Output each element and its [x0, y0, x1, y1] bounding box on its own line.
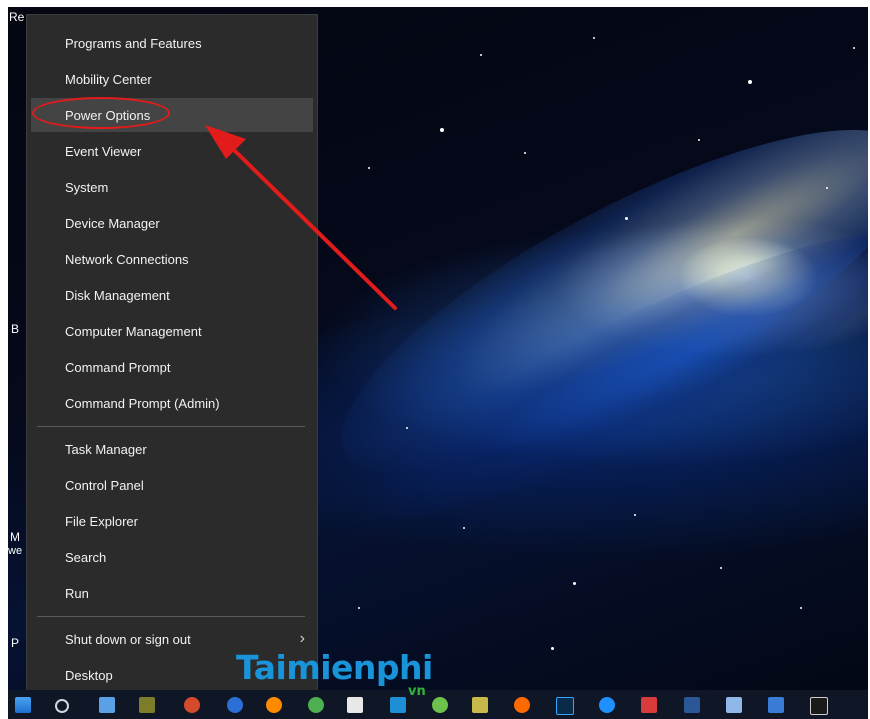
menu-item-label: Shut down or sign out — [65, 632, 191, 647]
desktop-text-fragment: B — [11, 322, 20, 336]
star — [800, 607, 802, 609]
menu-item-label: System — [65, 180, 109, 195]
watermark-brand: Taimienphi — [236, 648, 433, 687]
menu-item-label: Event Viewer — [65, 144, 142, 159]
star — [406, 427, 408, 429]
menu-item-network-connections[interactable]: Network Connections — [27, 242, 317, 276]
app-icon[interactable] — [390, 697, 406, 713]
menu-item-label: Control Panel — [65, 478, 144, 493]
star — [625, 217, 628, 220]
screenshot-frame: Re B M we P Programs and Features Mobili… — [0, 0, 870, 719]
app-icon[interactable] — [432, 697, 448, 713]
menu-item-label: Task Manager — [65, 442, 147, 457]
app-icon[interactable] — [641, 697, 657, 713]
menu-item-search[interactable]: Search — [27, 540, 317, 574]
star — [826, 187, 828, 189]
app-icon[interactable] — [347, 697, 363, 713]
menu-item-label: Run — [65, 586, 89, 601]
menu-item-system[interactable]: System — [27, 170, 317, 204]
app-icon[interactable] — [768, 697, 784, 713]
menu-separator — [37, 616, 305, 617]
menu-item-command-prompt[interactable]: Command Prompt — [27, 350, 317, 384]
menu-item-disk-management[interactable]: Disk Management — [27, 278, 317, 312]
star — [698, 139, 700, 141]
menu-item-label: Computer Management — [65, 324, 202, 339]
app-icon[interactable] — [472, 697, 488, 713]
star — [853, 47, 855, 49]
menu-item-event-viewer[interactable]: Event Viewer — [27, 134, 317, 168]
star — [358, 607, 360, 609]
star — [463, 527, 465, 529]
star — [634, 514, 636, 516]
start-icon[interactable] — [15, 697, 31, 713]
menu-item-label: Disk Management — [65, 288, 170, 303]
menu-item-computer-management[interactable]: Computer Management — [27, 314, 317, 348]
desktop-text-fragment: P — [11, 636, 20, 650]
menu-item-label: Command Prompt — [65, 360, 171, 375]
menu-item-run[interactable]: Run — [27, 576, 317, 610]
menu-item-label: Programs and Features — [65, 36, 202, 51]
desktop-text-fragment: M — [10, 530, 20, 544]
desktop-text-fragment: Re — [9, 10, 25, 24]
star — [480, 54, 482, 56]
app-icon[interactable] — [227, 697, 243, 713]
star — [440, 128, 444, 132]
menu-item-label: Network Connections — [65, 252, 189, 267]
star — [748, 80, 752, 84]
menu-item-label: File Explorer — [65, 514, 138, 529]
menu-item-command-prompt-admin[interactable]: Command Prompt (Admin) — [27, 386, 317, 420]
star — [551, 647, 554, 650]
star — [720, 567, 722, 569]
menu-item-label: Command Prompt (Admin) — [65, 396, 220, 411]
app-icon[interactable] — [139, 697, 155, 713]
desktop-text-fragment: we — [8, 545, 23, 557]
word-icon[interactable] — [684, 697, 700, 713]
chevron-right-icon: › — [299, 630, 305, 647]
menu-separator — [37, 426, 305, 427]
star — [524, 152, 526, 154]
watermark-suffix: vn — [408, 684, 426, 699]
menu-item-task-manager[interactable]: Task Manager — [27, 432, 317, 466]
menu-item-device-manager[interactable]: Device Manager — [27, 206, 317, 240]
annotation-highlight-ellipse — [32, 97, 170, 129]
menu-item-control-panel[interactable]: Control Panel — [27, 468, 317, 502]
star — [593, 37, 595, 39]
menu-item-label: Search — [65, 550, 107, 565]
app-icon[interactable] — [266, 697, 282, 713]
app-icon[interactable] — [184, 697, 200, 713]
menu-item-label: Device Manager — [65, 216, 160, 231]
search-icon[interactable] — [55, 699, 69, 713]
menu-item-label: Desktop — [65, 668, 113, 683]
menu-item-file-explorer[interactable]: File Explorer — [27, 504, 317, 538]
menu-item-mobility-center[interactable]: Mobility Center — [27, 62, 317, 96]
app-icon[interactable] — [599, 697, 615, 713]
menu-item-label: Mobility Center — [65, 72, 152, 87]
app-icon[interactable] — [99, 697, 115, 713]
photoshop-icon[interactable] — [556, 697, 574, 715]
star — [573, 582, 576, 585]
cmd-icon[interactable] — [810, 697, 828, 715]
firefox-icon[interactable] — [514, 697, 530, 713]
app-icon[interactable] — [308, 697, 324, 713]
menu-item-programs-and-features[interactable]: Programs and Features — [27, 26, 317, 60]
star — [368, 167, 370, 169]
app-icon[interactable] — [726, 697, 742, 713]
